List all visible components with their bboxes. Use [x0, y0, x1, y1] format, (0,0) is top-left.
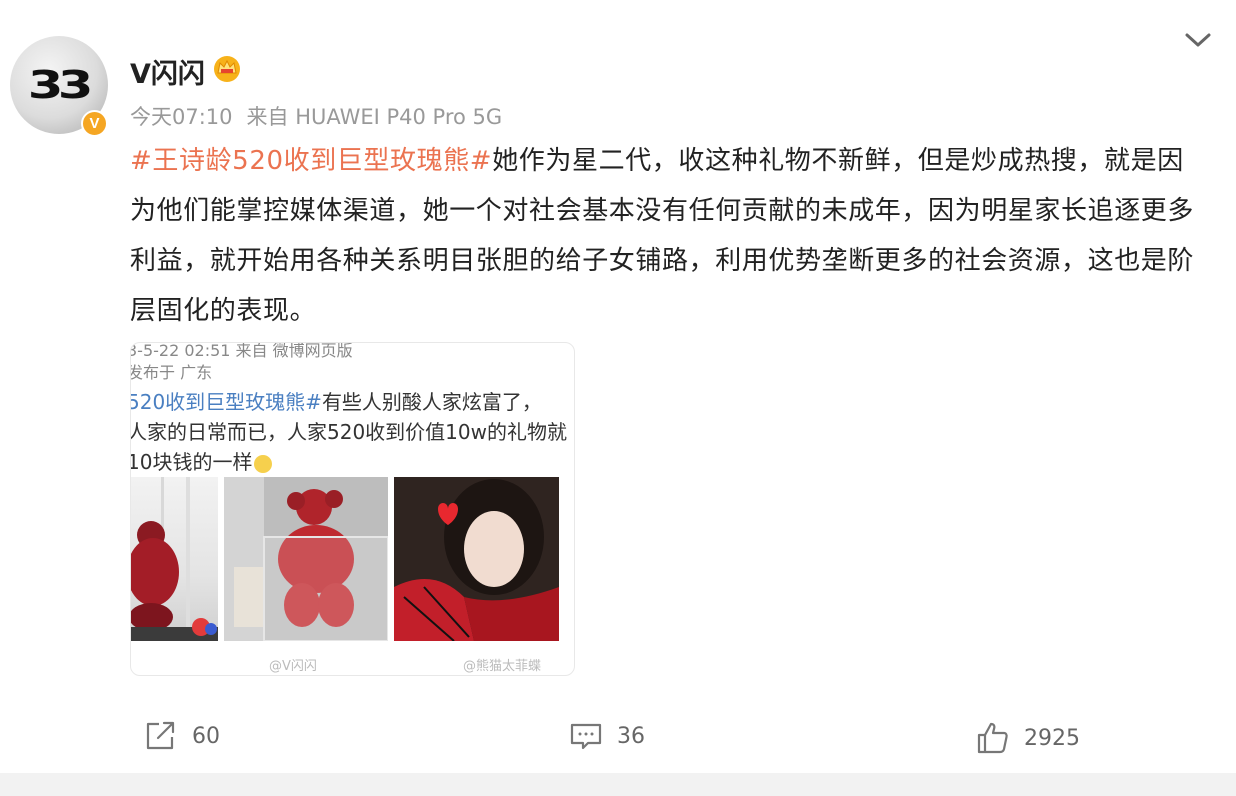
embed-hashtag: 520收到巨型玫瑰熊# — [130, 390, 322, 414]
post-source: 来自 HUAWEI P40 Pro 5G — [246, 105, 503, 129]
photo-bear-room — [131, 477, 218, 641]
photo-bear-room-art — [131, 477, 218, 641]
comment-button[interactable]: 36 — [569, 718, 645, 754]
thumbs-up-icon — [977, 722, 1008, 754]
crown-icon — [214, 56, 240, 82]
photo-bear-box-art — [224, 477, 388, 641]
hashtag-link[interactable]: #王诗龄520收到巨型玫瑰熊# — [130, 146, 492, 176]
photo-selfie — [394, 477, 559, 641]
embed-watermark-right: @熊猫太菲蝶 — [463, 659, 542, 674]
photo-bear-box — [224, 477, 388, 641]
share-icon — [146, 721, 175, 750]
embed-text-line: 520收到巨型玫瑰熊#有些人别酸人家炫富了， — [130, 387, 557, 417]
embed-text-line: 人家的日常而已，人家520收到价值10w的礼物就 — [130, 420, 567, 444]
avatar-logo-char: 3 — [57, 63, 94, 107]
emoji-icon — [254, 454, 273, 473]
chevron-down-icon[interactable] — [1182, 28, 1214, 52]
post-meta: 今天07:10 来自 HUAWEI P40 Pro 5G — [130, 101, 502, 131]
comment-count: 36 — [617, 723, 645, 749]
like-count: 2925 — [1024, 725, 1080, 751]
repost-button[interactable]: 60 — [144, 718, 220, 754]
photo-selfie-art — [394, 477, 559, 641]
avatar-logo-char: 3 — [27, 63, 63, 107]
embed-meta-location: 发布于 广东 — [130, 363, 213, 382]
embed-text-line: 10块钱的一样 — [130, 447, 557, 477]
weibo-post: 3 3 V V闪闪 今天07:10 来自 HUAWEI P40 Pro 5G #王… — [0, 0, 1236, 773]
comment-icon — [570, 723, 602, 750]
embed-text-rest: 10块钱的一样 — [130, 450, 253, 474]
embed-watermark-left: @V闪闪 — [269, 659, 317, 674]
embedded-image[interactable]: 3-5-22 02:51 来自 微博网页版 发布于 广东 520收到巨型玫瑰熊#… — [130, 342, 575, 676]
author-name[interactable]: V闪闪 — [130, 52, 205, 91]
embed-text-rest: 有些人别酸人家炫富了， — [321, 390, 542, 414]
like-button[interactable]: 2925 — [976, 720, 1080, 756]
embed-text: 520收到巨型玫瑰熊#有些人别酸人家炫富了， 人家的日常而已，人家520收到价值… — [130, 387, 567, 477]
verified-badge: V — [81, 110, 108, 137]
feed-separator — [0, 773, 1236, 796]
avatar-logo: 3 3 — [22, 63, 96, 107]
repost-count: 60 — [192, 723, 220, 749]
action-bar: 60 36 2925 — [0, 706, 1236, 766]
post-time[interactable]: 今天07:10 — [130, 105, 233, 129]
post-content: #王诗龄520收到巨型玫瑰熊#她作为星二代，收这种礼物不新鲜，但是炒成热搜，就是… — [130, 136, 1196, 336]
